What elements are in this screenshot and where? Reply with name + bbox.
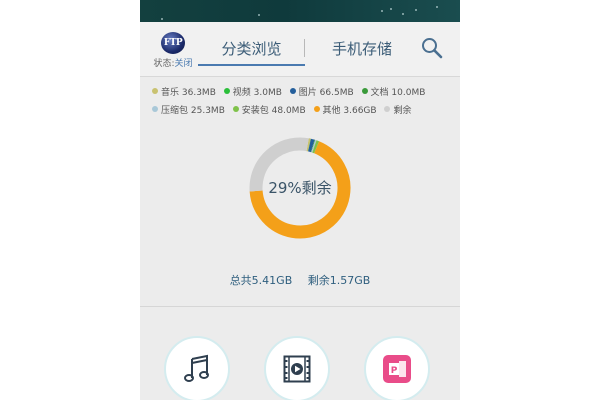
total-storage: 总共5.41GB (229, 274, 293, 287)
legend-value: 25.3MB (190, 106, 225, 116)
remaining-storage: 剩余1.57GB (307, 274, 371, 287)
tab-category-browse[interactable]: 分类浏览 (200, 22, 303, 76)
video-film-icon (283, 355, 311, 383)
legend-item-archives: 压缩包 25.3MB (152, 102, 225, 120)
legend-value: 66.5MB (319, 88, 354, 98)
legend-value: 36.3MB (181, 88, 216, 98)
legend-item-images: 图片 66.5MB (289, 84, 354, 102)
svg-text:P: P (391, 366, 398, 376)
video-category-button[interactable] (264, 336, 330, 400)
legend-dot (384, 106, 391, 112)
ftp-status-label: 状态: (153, 59, 175, 69)
legend-value: 3.0MB (253, 88, 282, 98)
legend-label: 音乐 (161, 88, 180, 98)
storage-donut-chart: 29%剩余 (249, 137, 351, 239)
tab-phone-storage[interactable]: 手机存储 (312, 22, 412, 76)
ftp-status-value: 关闭 (174, 59, 193, 69)
ftp-badge-icon: FTP (161, 32, 185, 54)
search-icon[interactable] (420, 36, 444, 60)
legend-row-1: 音乐 36.3MB 视频 3.0MB 图片 66.5MB 文档 10.0MB (152, 84, 452, 102)
legend-label: 其他 (322, 106, 341, 116)
section-divider (140, 306, 460, 307)
legend-label: 图片 (298, 88, 317, 98)
legend-item-other: 其他 3.66GB (313, 102, 377, 120)
donut-center-label: 29%剩余 (268, 179, 332, 197)
status-bar-star (381, 10, 383, 12)
legend-label: 压缩包 (161, 106, 189, 116)
legend-item-free: 剩余 (384, 102, 411, 120)
legend-dot (152, 106, 158, 112)
active-tab-indicator (198, 64, 305, 66)
legend-value: 3.66GB (343, 106, 377, 116)
music-category-button[interactable] (164, 336, 230, 400)
legend-value: 10.0MB (391, 88, 426, 98)
storage-totals: 总共5.41GB 剩余1.57GB (140, 272, 460, 288)
legend-item-music: 音乐 36.3MB (152, 84, 216, 102)
legend-row-2: 压缩包 25.3MB 安装包 48.0MB 其他 3.66GB 剩余 (152, 102, 452, 120)
status-bar (140, 0, 460, 22)
legend-dot (289, 88, 296, 94)
tab-divider (304, 39, 305, 57)
legend-dot (223, 88, 230, 94)
legend-label: 安装包 (241, 106, 269, 116)
ftp-toggle[interactable]: FTP 状态:关闭 (150, 32, 196, 72)
status-bar-star (402, 13, 404, 15)
legend-item-apks: 安装包 48.0MB (232, 102, 306, 120)
status-bar-star (390, 8, 392, 10)
legend-label: 剩余 (393, 106, 412, 116)
status-bar-star (436, 6, 438, 8)
music-note-icon (184, 354, 209, 382)
document-category-button[interactable]: P (364, 336, 430, 400)
legend-dot (361, 88, 368, 94)
legend-dot (232, 106, 239, 112)
status-bar-star (161, 18, 163, 20)
status-bar-star (415, 9, 417, 11)
document-icon: P (383, 355, 411, 383)
ftp-status: 状态:关闭 (150, 56, 196, 69)
top-bar: FTP 状态:关闭 分类浏览 手机存储 (140, 22, 460, 77)
legend-label: 视频 (232, 88, 251, 98)
legend-item-video: 视频 3.0MB (223, 84, 282, 102)
storage-legend: 音乐 36.3MB 视频 3.0MB 图片 66.5MB 文档 10.0MB 压… (152, 84, 452, 120)
legend-value: 48.0MB (271, 106, 306, 116)
legend-item-documents: 文档 10.0MB (361, 84, 426, 102)
phone-screen: FTP 状态:关闭 分类浏览 手机存储 音乐 36.3MB 视频 3.0MB 图… (140, 0, 460, 400)
legend-label: 文档 (370, 88, 389, 98)
legend-dot (313, 106, 320, 112)
legend-dot (152, 88, 158, 94)
status-bar-star (258, 14, 260, 16)
